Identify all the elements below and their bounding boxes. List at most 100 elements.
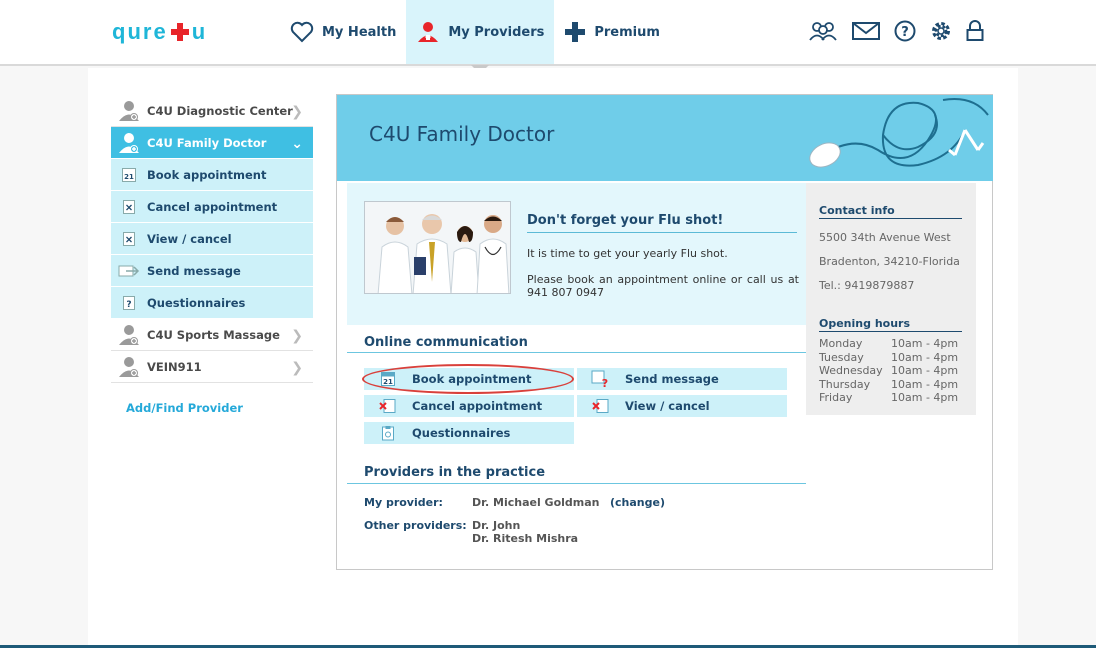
sidebar-item-vein911[interactable]: VEIN911 ❯ [111, 351, 313, 383]
sidebar-sub-label: Book appointment [147, 167, 267, 182]
premium-cross-icon [564, 21, 586, 43]
view-x-icon [577, 398, 625, 414]
flu-title: Don't forget your Flu shot! [527, 213, 797, 233]
hours-row: Thursday 10am - 4pm [819, 378, 958, 392]
sidebar-item-label: C4U Diagnostic Center [147, 103, 293, 118]
view-document-icon [111, 231, 147, 247]
hours-row: Friday 10am - 4pm [819, 391, 958, 405]
svg-text:21: 21 [124, 173, 134, 181]
chevron-right-icon: ❯ [291, 328, 303, 344]
sidebar-item-family-doctor[interactable]: C4U Family Doctor ⌄ [111, 127, 313, 159]
send-arrow-icon [111, 263, 147, 279]
hours-row: Monday 10am - 4pm [819, 337, 958, 351]
group-icon[interactable] [808, 20, 838, 42]
hours-time: 10am - 4pm [891, 337, 959, 350]
sidebar-item-label: C4U Sports Massage [147, 327, 280, 342]
nav-my-providers[interactable]: My Providers [406, 0, 555, 74]
change-provider-link[interactable]: (change) [610, 496, 665, 509]
svg-text:?: ? [126, 300, 131, 310]
cancel-x-icon [364, 398, 412, 414]
provider-avatar-icon [111, 356, 147, 378]
lock-icon[interactable] [966, 20, 984, 42]
hours-row: Wednesday 10am - 4pm [819, 364, 958, 378]
provider-avatar-icon [111, 132, 147, 154]
doctor-icon [416, 21, 440, 43]
sidebar-item-label: VEIN911 [147, 359, 202, 374]
clipboard-icon [364, 425, 412, 441]
questionnaire-icon: ? [111, 295, 147, 311]
hours-day: Thursday [819, 377, 871, 391]
heart-icon [290, 21, 314, 43]
sidebar-item-diagnostic-center[interactable]: C4U Diagnostic Center ❯ [111, 95, 313, 127]
doctors-team-image [364, 201, 511, 294]
qure4u-logo[interactable]: qure u [112, 19, 208, 44]
chevron-right-icon: ❯ [291, 104, 303, 120]
provider-content: C4U Family Doctor Don't forget your Flu … [336, 94, 993, 570]
flu-shot-notice: Don't forget your Flu shot! It is time t… [347, 183, 806, 325]
hours-day: Wednesday [819, 364, 883, 377]
gear-icon[interactable] [930, 20, 952, 42]
questionnaires-button[interactable]: Questionnaires [364, 422, 574, 444]
online-communication-heading: Online communication [364, 335, 528, 350]
mail-icon[interactable] [852, 21, 880, 41]
sidebar-sub-label: View / cancel [147, 231, 232, 246]
sidebar-sub-cancel-appointment[interactable]: Cancel appointment [111, 191, 313, 223]
chevron-right-icon: ❯ [291, 360, 303, 376]
sidebar-sub-label: Cancel appointment [147, 199, 278, 214]
hours-time: 10am - 4pm [891, 364, 959, 377]
nav-premium[interactable]: Premium [554, 0, 670, 64]
flu-message-1: It is time to get your yearly Flu shot. [527, 247, 728, 260]
book-appointment-highlight-ellipse [362, 364, 574, 394]
hours-day: Friday [819, 391, 853, 404]
logo-text-right: u [191, 19, 208, 44]
hours-row: Tuesday 10am - 4pm [819, 351, 958, 365]
add-find-provider-link[interactable]: Add/Find Provider [126, 401, 313, 415]
logo-text-left: qure [112, 19, 168, 44]
sidebar-sub-questionnaires[interactable]: ? Questionnaires [111, 287, 313, 319]
provider-avatar-icon [111, 324, 147, 346]
nav-my-health-label: My Health [322, 24, 397, 40]
other-providers-label: Other providers: [364, 519, 467, 532]
opening-hours-list: Monday 10am - 4pm Tuesday 10am - 4pm Wedne… [819, 337, 958, 405]
contact-phone: Tel.: 9419879887 [819, 279, 915, 292]
view-cancel-button[interactable]: View / cancel [577, 395, 787, 417]
top-header: qure u My Health My Providers Premium ? [0, 0, 1096, 74]
sidebar-sub-send-message[interactable]: Send message [111, 255, 313, 287]
sidebar-sub-view-cancel[interactable]: View / cancel [111, 223, 313, 255]
contact-info-heading: Contact info [819, 204, 962, 219]
my-provider-name: Dr. Michael Goldman [472, 496, 600, 509]
sidebar-item-sports-massage[interactable]: C4U Sports Massage ❯ [111, 319, 313, 351]
cancel-document-icon [111, 199, 147, 215]
sidebar-sub-label: Send message [147, 263, 241, 278]
questionnaires-label: Questionnaires [412, 426, 511, 440]
flu-message-2: Please book an appointment online or cal… [527, 273, 799, 299]
help-icon[interactable]: ? [894, 20, 916, 42]
view-cancel-label: View / cancel [625, 399, 710, 413]
sidebar-sub-book-appointment[interactable]: 21 Book appointment [111, 159, 313, 191]
provider-sidebar: C4U Diagnostic Center ❯ C4U Family Docto… [111, 95, 313, 415]
send-message-button[interactable]: ? Send message [577, 368, 787, 390]
cancel-appointment-button[interactable]: Cancel appointment [364, 395, 574, 417]
sidebar-sub-label: Questionnaires [147, 295, 246, 310]
nav-my-health[interactable]: My Health [280, 0, 406, 64]
contact-address-1: 5500 34th Avenue West [819, 231, 951, 244]
message-question-icon: ? [577, 370, 625, 388]
svg-text:?: ? [602, 377, 608, 388]
opening-hours-heading: Opening hours [819, 317, 962, 332]
my-provider-label: My provider: [364, 496, 443, 509]
contact-info-panel: Contact info 5500 34th Avenue West Brade… [806, 183, 976, 415]
send-message-label: Send message [625, 372, 719, 386]
hours-day: Tuesday [819, 350, 864, 364]
other-provider-name: Dr. Ritesh Mishra [472, 532, 579, 545]
hours-day: Monday [819, 337, 863, 350]
nav-my-providers-label: My Providers [448, 24, 545, 40]
provider-avatar-icon [111, 100, 147, 122]
hours-time: 10am - 4pm [891, 377, 959, 391]
svg-text:?: ? [901, 25, 909, 40]
hours-time: 10am - 4pm [891, 391, 959, 404]
logo-plus-icon [170, 23, 189, 41]
sidebar-item-label: C4U Family Doctor [147, 135, 267, 150]
other-provider-name: Dr. John [472, 519, 521, 532]
stethoscope-icon [809, 98, 989, 168]
header-tools: ? [808, 20, 984, 42]
